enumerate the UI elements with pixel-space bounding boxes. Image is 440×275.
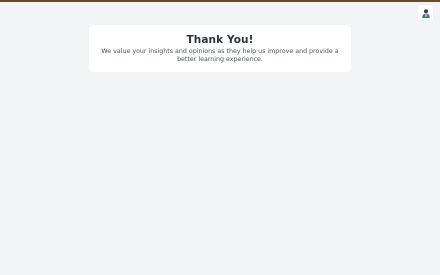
user-avatar-icon	[420, 7, 431, 18]
top-accent-bar	[0, 0, 440, 2]
thank-you-message: We value your insights and opinions as t…	[101, 48, 339, 63]
user-avatar-button[interactable]	[418, 5, 433, 20]
thank-you-title: Thank You!	[186, 34, 254, 46]
thank-you-card: Thank You! We value your insights and op…	[89, 25, 351, 72]
